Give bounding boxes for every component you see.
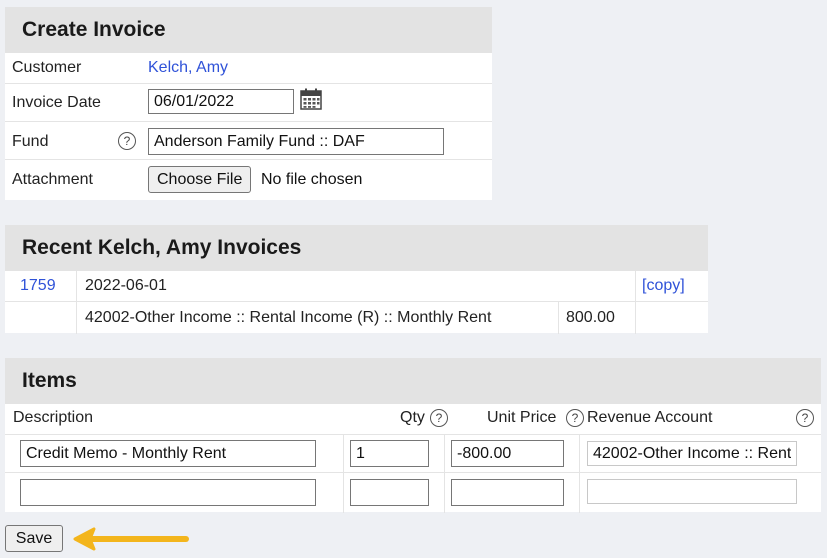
qty-help-icon[interactable]: ? <box>430 409 448 427</box>
divider <box>343 473 344 513</box>
recent-invoice-line-row: 42002-Other Income :: Rental Income (R) … <box>5 301 708 334</box>
recent-invoice-row: 1759 2022-06-01 [copy] <box>5 271 708 301</box>
choose-file-button[interactable]: Choose File <box>148 166 252 193</box>
divider <box>579 473 580 513</box>
copy-invoice-link[interactable]: [copy] <box>642 277 685 295</box>
col-description: Description <box>13 409 94 426</box>
fund-label: Fund <box>12 133 49 150</box>
attachment-row: Attachment Choose File No file chosen <box>5 159 492 201</box>
divider <box>444 435 445 473</box>
item-qty-input[interactable] <box>350 440 429 467</box>
divider <box>635 271 636 301</box>
attachment-label: Attachment <box>12 171 93 188</box>
item-revenue-account-input[interactable] <box>587 441 797 466</box>
divider <box>635 302 636 334</box>
customer-row: Customer Kelch, Amy <box>5 53 492 83</box>
divider <box>76 302 77 334</box>
divider <box>76 271 77 301</box>
invoice-date: 2022-06-01 <box>85 277 167 294</box>
invoice-date-input[interactable] <box>148 89 294 114</box>
customer-label: Customer <box>12 59 82 76</box>
arrow-left-icon <box>70 527 192 551</box>
item-row <box>5 434 821 473</box>
divider <box>444 473 445 513</box>
invoice-line-account: 42002-Other Income :: Rental Income (R) … <box>85 309 492 326</box>
divider <box>558 302 559 334</box>
col-unit-price: Unit Price <box>487 409 557 426</box>
col-qty: Qty <box>400 409 425 426</box>
divider <box>343 435 344 473</box>
customer-link[interactable]: Kelch, Amy <box>148 59 228 77</box>
item-qty-input[interactable] <box>350 479 429 506</box>
item-row <box>5 472 821 513</box>
divider <box>579 435 580 473</box>
create-invoice-panel: Create Invoice Customer Kelch, Amy Invoi… <box>5 7 492 200</box>
fund-input[interactable] <box>148 128 444 155</box>
revenue-account-help-icon[interactable]: ? <box>796 409 814 427</box>
invoice-date-row: Invoice Date <box>5 83 492 122</box>
item-description-input[interactable] <box>20 479 316 506</box>
unit-price-help-icon[interactable]: ? <box>566 409 584 427</box>
no-file-text: No file chosen <box>261 171 363 188</box>
save-button[interactable]: Save <box>5 525 63 552</box>
invoice-line-amount: 800.00 <box>566 309 615 326</box>
recent-invoices-panel: Recent Kelch, Amy Invoices 1759 2022-06-… <box>5 225 708 334</box>
invoice-id-link[interactable]: 1759 <box>20 277 56 295</box>
item-unit-price-input[interactable] <box>451 479 564 506</box>
recent-invoices-title: Recent Kelch, Amy Invoices <box>5 225 708 271</box>
invoice-date-label: Invoice Date <box>12 94 101 111</box>
create-invoice-title: Create Invoice <box>5 7 492 53</box>
calendar-icon[interactable] <box>300 88 322 110</box>
item-description-input[interactable] <box>20 440 316 467</box>
col-revenue-account: Revenue Account <box>587 409 713 426</box>
items-panel: Items Description Qty ? Unit Price ? Rev… <box>5 358 821 513</box>
item-unit-price-input[interactable] <box>451 440 564 467</box>
fund-row: Fund ? <box>5 121 492 160</box>
item-revenue-account-input[interactable] <box>587 479 797 504</box>
items-header-row: Description Qty ? Unit Price ? Revenue A… <box>5 404 821 434</box>
fund-help-icon[interactable]: ? <box>118 132 136 150</box>
items-title: Items <box>5 358 821 404</box>
